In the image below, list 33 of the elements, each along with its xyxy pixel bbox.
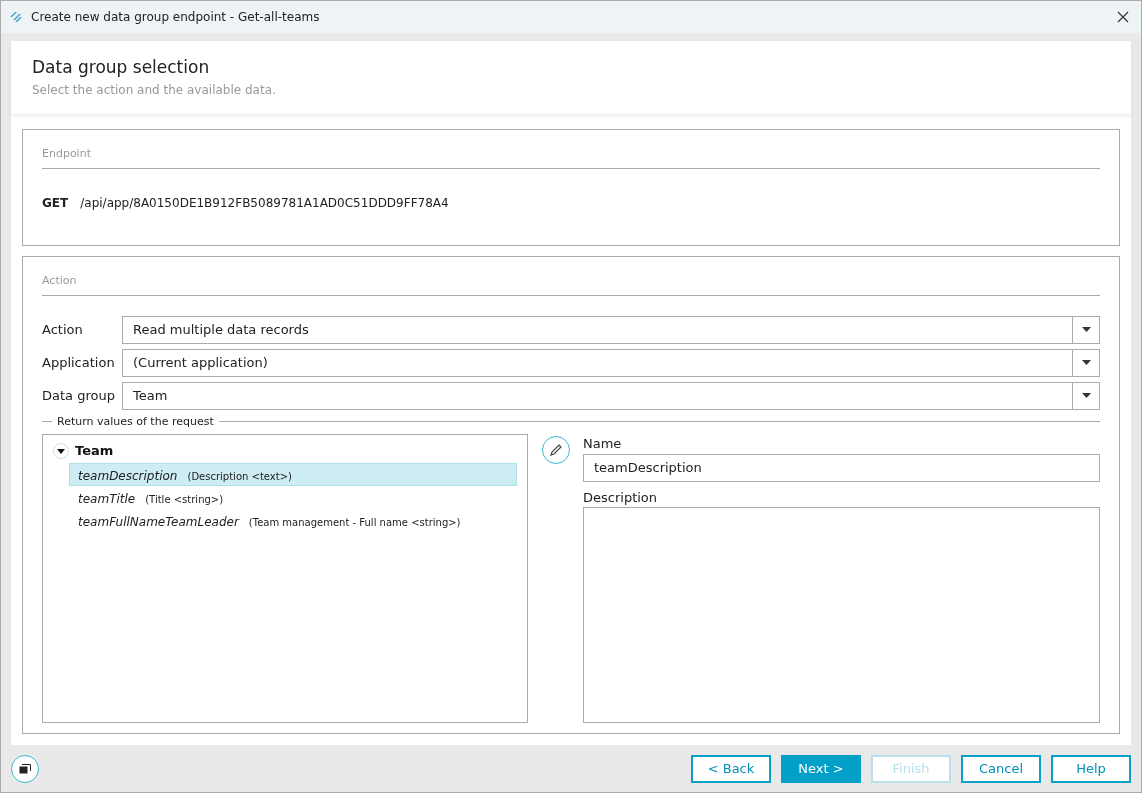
tree-item[interactable]: teamFullNameTeamLeader (Team management - Full name <string>) xyxy=(69,508,517,532)
pencil-icon xyxy=(548,443,563,457)
tree-item[interactable]: teamTitle (Title <string>) xyxy=(69,485,517,509)
window-icon xyxy=(19,763,31,774)
section-legend: Action xyxy=(42,273,1100,296)
section-legend: Endpoint xyxy=(42,146,1100,169)
endpoint-path: /api/app/8A0150DE1B912FB5089781A1AD0C51DDD9FF78A4 xyxy=(80,194,449,212)
name-input-field[interactable]: teamDescription xyxy=(583,453,1100,482)
field-label: Data group xyxy=(42,386,116,405)
dialog-button[interactable]: Help xyxy=(1051,754,1131,783)
dropdown-caret-icon xyxy=(1081,327,1091,332)
dropdown-field[interactable]: Team xyxy=(122,381,1100,410)
dropdown-caret-icon xyxy=(1081,393,1091,398)
group-legend: Return values of the request xyxy=(52,413,219,430)
http-method: GET xyxy=(42,194,69,212)
dropdown-field[interactable]: Read multiple data records xyxy=(122,315,1100,344)
tree-node[interactable]: Team xyxy=(75,441,114,461)
window-title: Create new data group endpoint - Get-all-teams xyxy=(31,9,320,26)
tree-item[interactable]: teamDescription (Description <text>) xyxy=(69,462,517,486)
app-logo-icon xyxy=(9,11,23,23)
field-label: Name xyxy=(583,435,623,453)
field-label: Application xyxy=(42,353,116,372)
expanded-caret-icon[interactable] xyxy=(53,442,69,459)
window-mode-button[interactable] xyxy=(11,754,39,783)
close-icon[interactable] xyxy=(1117,11,1129,23)
dialog-button[interactable]: Cancel xyxy=(961,754,1041,783)
dropdown-caret-icon xyxy=(1081,360,1091,365)
page-title: Data group selection xyxy=(32,56,211,79)
dialog-button[interactable]: < Back xyxy=(691,754,771,783)
field-label: Action xyxy=(42,320,84,339)
field-label: Description xyxy=(583,488,659,507)
page-subtitle: Select the action and the available data. xyxy=(32,81,277,99)
dropdown-field[interactable]: (Current application) xyxy=(122,348,1100,377)
